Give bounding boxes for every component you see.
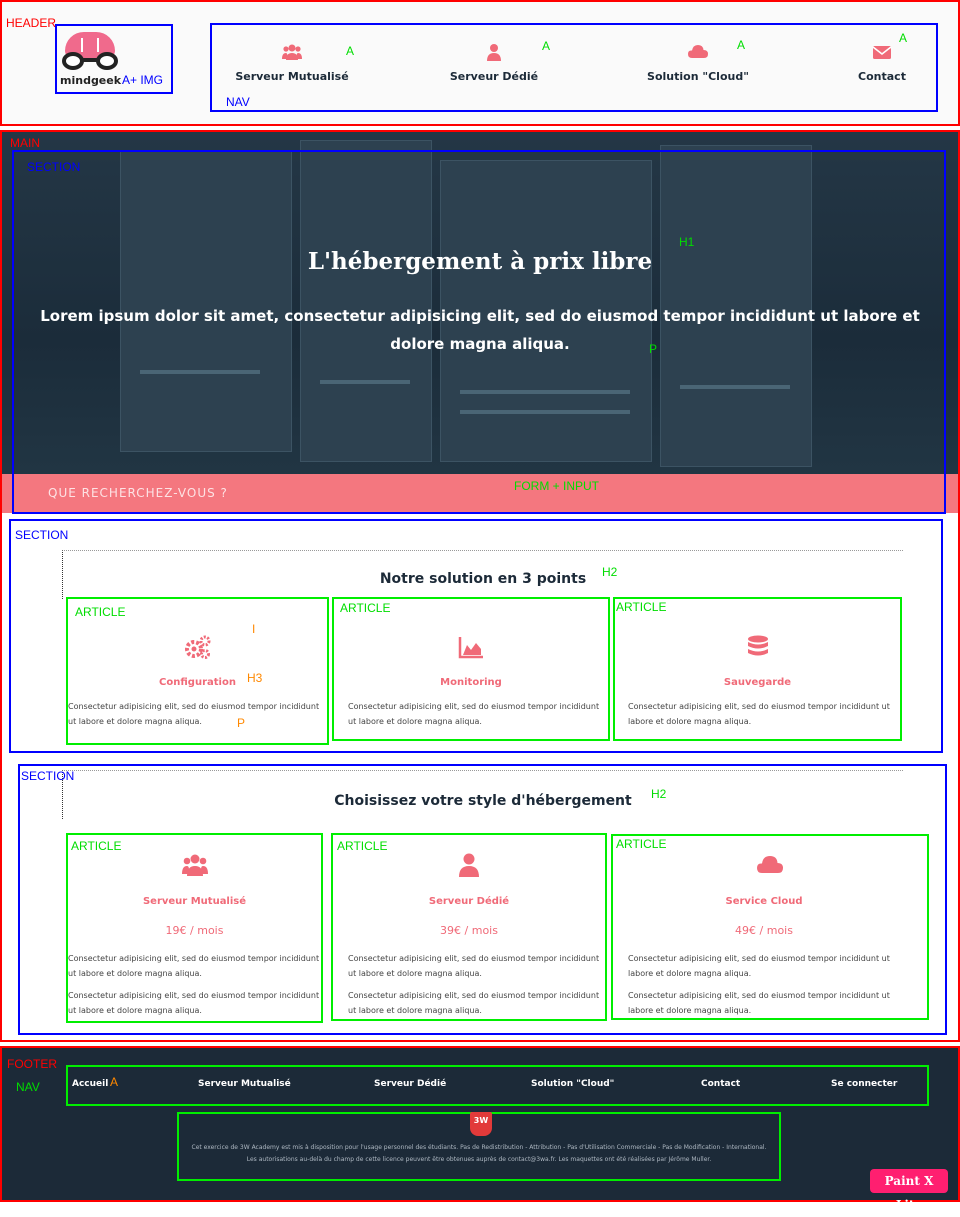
annotation-article: ARTICLE bbox=[340, 601, 391, 615]
annotation-h2: H2 bbox=[651, 787, 667, 801]
annotation-header: HEADER bbox=[6, 16, 57, 30]
hosting-title: Choisissez votre style d'hébergement bbox=[334, 793, 632, 809]
users-icon bbox=[282, 44, 302, 60]
points-title: Notre solution en 3 points bbox=[379, 571, 587, 587]
footer-link-se-connecter[interactable]: Se connecter bbox=[831, 1079, 897, 1089]
annotation-article: ARTICLE bbox=[616, 837, 667, 851]
card-title: Monitoring bbox=[440, 677, 502, 688]
annotation-h1: H1 bbox=[679, 235, 695, 249]
card-text: Consectetur adipisicing elit, sed do eiu… bbox=[348, 702, 600, 726]
nav-item-contact[interactable]: Contact bbox=[802, 43, 960, 84]
point-card-monitoring: Monitoring Consectetur adipisicing elit,… bbox=[332, 597, 610, 741]
footer-link-accueil[interactable]: Accueil bbox=[72, 1079, 108, 1089]
card-text: Consectetur adipisicing elit, sed do eiu… bbox=[68, 954, 320, 978]
user-icon bbox=[487, 44, 501, 61]
annotation-a: A bbox=[346, 44, 355, 58]
cloud-icon bbox=[757, 856, 783, 873]
annotation-p: P bbox=[237, 716, 246, 730]
annotation-i: I bbox=[252, 622, 256, 636]
database-icon bbox=[747, 635, 768, 656]
annotation-nav: NAV bbox=[16, 1080, 40, 1094]
nav-label: Serveur Dédié bbox=[449, 70, 539, 83]
footer-link-solution-cloud[interactable]: Solution "Cloud" bbox=[531, 1079, 614, 1089]
cloud-icon bbox=[688, 45, 708, 58]
card-title: Serveur Mutualisé bbox=[142, 896, 247, 907]
nav-item-solution-cloud[interactable]: Solution "Cloud" bbox=[618, 43, 778, 84]
card-title: Serveur Dédié bbox=[428, 896, 510, 907]
annotation-a: A bbox=[737, 38, 746, 52]
paint-x-lite-badge[interactable]: Paint X Lite bbox=[870, 1169, 948, 1212]
top-nav: Serveur Mutualisé Serveur Dédié Solution… bbox=[210, 23, 938, 112]
annotation-p: P bbox=[649, 342, 658, 356]
credit-line: Les autorisations au-delà du champ de ce… bbox=[246, 1156, 712, 1163]
envelope-icon bbox=[872, 46, 892, 59]
logo-text: mindgeek bbox=[60, 74, 122, 87]
card-title: Sauvegarde bbox=[723, 677, 792, 688]
annotation-h2: H2 bbox=[602, 565, 618, 579]
annotation-section: SECTION bbox=[27, 160, 81, 174]
footer-nav: Accueil Serveur Mutualisé Serveur Dédié … bbox=[66, 1065, 929, 1106]
card-text: Consectetur adipisicing elit, sed do eiu… bbox=[68, 702, 320, 726]
footer-link-serveur-dedie[interactable]: Serveur Dédié bbox=[374, 1079, 446, 1089]
annotation-a: A bbox=[110, 1075, 119, 1089]
point-card-sauvegarde: Sauvegarde Consectetur adipisicing elit,… bbox=[613, 597, 902, 741]
annotation-article: ARTICLE bbox=[616, 600, 667, 614]
card-text: Consectetur adipisicing elit, sed do eiu… bbox=[68, 991, 320, 1015]
annotation-nav: NAV bbox=[226, 95, 250, 109]
annotation-section: SECTION bbox=[15, 528, 69, 542]
card-text: Consectetur adipisicing elit, sed do eiu… bbox=[628, 954, 890, 978]
footer-credits: 3W Cet exercice de 3W Academy est mis à … bbox=[177, 1112, 781, 1181]
hosting-heading-wrap: Choisissez votre style d'hébergement bbox=[62, 770, 903, 819]
point-card-configuration: Configuration Consectetur adipisicing el… bbox=[66, 597, 329, 745]
nav-label: Contact bbox=[858, 70, 906, 83]
card-text: Consectetur adipisicing elit, sed do eiu… bbox=[348, 991, 600, 1015]
footer-link-contact[interactable]: Contact bbox=[701, 1079, 740, 1089]
card-text: Consectetur adipisicing elit, sed do eiu… bbox=[628, 991, 890, 1015]
footer-link-serveur-mutualise[interactable]: Serveur Mutualisé bbox=[198, 1079, 291, 1089]
card-title: Configuration bbox=[159, 677, 236, 688]
annotation-section: SECTION bbox=[21, 769, 75, 783]
points-heading-wrap: Notre solution en 3 points bbox=[62, 550, 903, 599]
credit-line: Cet exercice de 3W Academy est mis à dis… bbox=[191, 1144, 767, 1151]
annotation-a: A bbox=[899, 31, 908, 45]
nav-label: Serveur Mutualisé bbox=[235, 70, 349, 83]
3w-academy-logo: 3W bbox=[470, 1112, 492, 1136]
card-text: Consectetur adipisicing elit, sed do eiu… bbox=[348, 954, 600, 978]
annotation-footer: FOOTER bbox=[7, 1057, 57, 1071]
annotation-article: ARTICLE bbox=[337, 839, 388, 853]
hosting-card-cloud: Service Cloud 49€ / mois Consectetur adi… bbox=[611, 834, 929, 1020]
price-label: 49€ / mois bbox=[735, 924, 793, 937]
area-chart-icon bbox=[458, 637, 483, 659]
annotation-article: ARTICLE bbox=[71, 839, 122, 853]
card-text: Consectetur adipisicing elit, sed do eiu… bbox=[628, 702, 890, 726]
annotation-main: MAIN bbox=[10, 136, 40, 150]
gears-icon bbox=[184, 635, 210, 659]
users-icon bbox=[181, 854, 208, 876]
glasses-icon bbox=[62, 52, 118, 72]
annotation-a-img: A+ IMG bbox=[122, 73, 164, 87]
nav-label: Solution "Cloud" bbox=[647, 70, 749, 83]
card-title: Service Cloud bbox=[725, 896, 803, 907]
annotation-article: ARTICLE bbox=[75, 605, 126, 619]
annotation-h3: H3 bbox=[247, 671, 263, 685]
user-icon bbox=[459, 853, 479, 877]
annotation-a: A bbox=[542, 39, 551, 53]
price-label: 39€ / mois bbox=[440, 924, 498, 937]
annotation-form-input: FORM + INPUT bbox=[514, 479, 600, 493]
hosting-card-dedie: Serveur Dédié 39€ / mois Consectetur adi… bbox=[331, 833, 607, 1021]
price-label: 19€ / mois bbox=[165, 924, 224, 937]
hero-section-outline bbox=[12, 150, 946, 514]
hosting-card-mutualise: Serveur Mutualisé 19€ / mois Consectetur… bbox=[66, 833, 323, 1023]
